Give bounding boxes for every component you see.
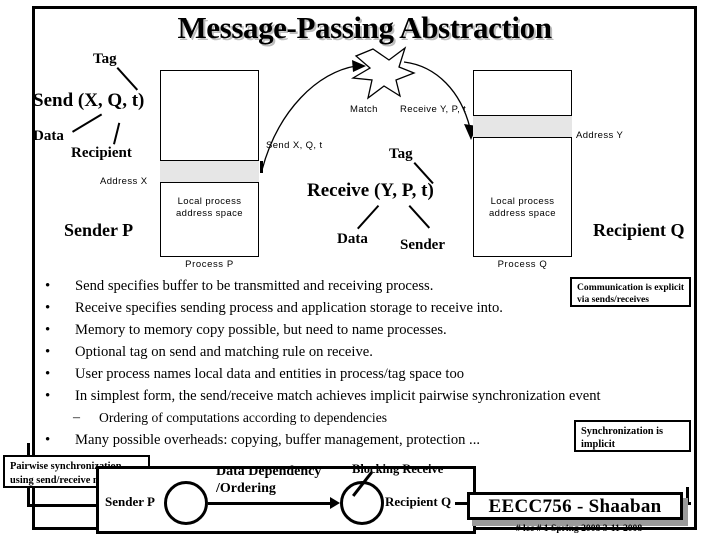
bullet-text: Optional tag on send and matching rule o… xyxy=(75,344,373,360)
match-label: Match xyxy=(350,104,378,115)
bullet-marker: • xyxy=(45,322,51,338)
list-item: • Receive specifies sending process and … xyxy=(45,298,605,318)
dependency-arrow-line xyxy=(208,502,331,505)
recipient-q-actor-label: Recipient Q xyxy=(593,220,685,240)
bullet-text: In simplest form, the send/receive match… xyxy=(75,388,601,404)
process-q-buffer-band xyxy=(473,115,572,138)
receive-arrow-curve xyxy=(403,61,471,129)
list-item: • Optional tag on send and matching rule… xyxy=(45,342,605,362)
sub-bullet-text: Ordering of computations according to de… xyxy=(99,410,388,425)
bullet-marker: • xyxy=(45,344,51,360)
process-q-inner-label: Local process address space xyxy=(473,196,572,220)
bullet-text: Many possible overheads: copying, buffer… xyxy=(75,432,481,448)
list-item: • Send specifies buffer to be transmitte… xyxy=(45,276,605,296)
receive-tag-label: Tag xyxy=(389,146,413,162)
bullet-list: • Send specifies buffer to be transmitte… xyxy=(45,276,605,452)
bullet-marker: • xyxy=(45,366,51,382)
pairwise-connector-top xyxy=(27,443,30,457)
note-synchronization-implicit: Synchronization is implicit xyxy=(574,420,691,452)
dependency-label-line1: Data Dependency xyxy=(216,464,322,479)
bottom-recipient-label: Recipient Q xyxy=(385,494,452,509)
note-synchronization-line1: Synchronization is xyxy=(581,426,664,437)
bullet-text: User process names local data and entiti… xyxy=(75,366,465,382)
list-item: • In simplest form, the send/receive mat… xyxy=(45,386,605,406)
receive-sender-label: Sender xyxy=(400,237,445,253)
dependency-arrow-head xyxy=(330,497,340,509)
bottom-sender-label: Sender P xyxy=(105,494,155,509)
receive-data-label: Data xyxy=(337,231,368,247)
process-q-inner-line1: Local process xyxy=(490,196,555,207)
bullet-marker: • xyxy=(45,432,51,448)
slide-root: Message-Passing Abstraction Tag Send (X,… xyxy=(0,0,720,540)
process-q-inner-line2: address space xyxy=(489,208,556,219)
bullet-text: Memory to memory copy possible, but need… xyxy=(75,322,447,338)
send-origin-tick xyxy=(260,161,263,173)
list-item: • Many possible overheads: copying, buff… xyxy=(45,430,605,450)
footer-banner: EECC756 - Shaaban xyxy=(467,492,683,520)
bullet-marker: • xyxy=(45,388,51,404)
bullet-marker: • xyxy=(45,300,51,316)
sub-list-item: – Ordering of computations according to … xyxy=(45,408,605,428)
receive-signature-label: Receive (Y, P, t) xyxy=(307,180,434,201)
dependency-label-line2: /Ordering xyxy=(216,481,276,496)
send-arrow-curve xyxy=(261,65,357,171)
footer-meta: # lec # 1 Spring 2008 3-11-2008 xyxy=(515,523,643,534)
send-arrow-label: Send X, Q, t xyxy=(266,140,323,151)
list-item: • User process names local data and enti… xyxy=(45,364,605,384)
match-star-icon xyxy=(350,46,416,100)
list-item: • Memory to memory copy possible, but ne… xyxy=(45,320,605,340)
bottom-recipient-node xyxy=(340,481,384,525)
bottom-sender-node xyxy=(164,481,208,525)
bullet-text: Send specifies buffer to be transmitted … xyxy=(75,278,434,294)
process-q-memory-box xyxy=(473,70,572,257)
process-q-caption: Process Q xyxy=(497,259,548,270)
bullet-text: Receive specifies sending process and ap… xyxy=(75,300,503,316)
pairwise-connector-horizontal xyxy=(27,504,99,507)
blocking-receive-label: Blocking Receive xyxy=(352,462,444,476)
address-y-label: Address Y xyxy=(576,130,624,141)
note-communication-explicit: Communication is explicit via sends/rece… xyxy=(570,277,691,307)
note-synchronization-line2: implicit xyxy=(581,439,616,450)
receive-arrow-label: Receive Y, P, t xyxy=(400,104,467,115)
sub-bullet-marker: – xyxy=(73,410,80,425)
note-communication-line2: via sends/receives xyxy=(577,293,650,305)
note-communication-line1: Communication is explicit xyxy=(577,282,685,293)
bullet-marker: • xyxy=(45,278,51,294)
